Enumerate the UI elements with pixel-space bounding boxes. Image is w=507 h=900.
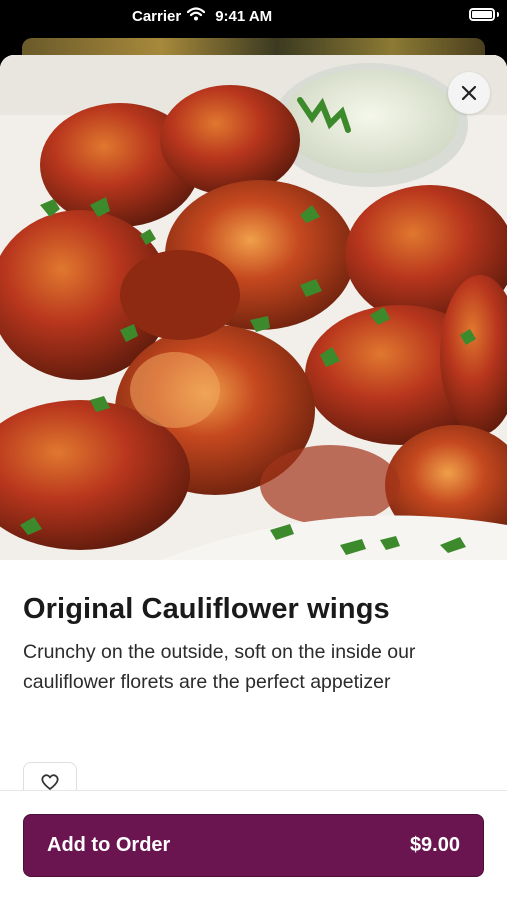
add-to-order-label: Add to Order bbox=[47, 834, 171, 856]
carrier-label: Carrier bbox=[132, 7, 182, 25]
item-photo bbox=[0, 55, 507, 560]
item-info: Original Cauliflower wings Crunchy on th… bbox=[23, 593, 483, 697]
item-title: Original Cauliflower wings bbox=[23, 593, 390, 625]
add-to-order-button[interactable]: Add to Order $9.00 bbox=[23, 814, 484, 877]
close-icon bbox=[461, 85, 477, 101]
order-footer: Add to Order $9.00 bbox=[0, 790, 507, 900]
item-price: $9.00 bbox=[409, 834, 460, 856]
heart-outline-icon bbox=[41, 774, 59, 790]
item-description: Crunchy on the outside, soft on the insi… bbox=[23, 641, 416, 693]
status-bar: Carrier 9:41 AM bbox=[0, 0, 507, 32]
battery-icon bbox=[469, 8, 495, 21]
wifi-icon bbox=[187, 7, 206, 25]
battery-tip bbox=[497, 12, 499, 17]
item-detail-sheet: Original Cauliflower wings Crunchy on th… bbox=[0, 55, 507, 900]
close-button[interactable] bbox=[448, 72, 490, 114]
clock: 9:41 AM bbox=[215, 7, 273, 25]
